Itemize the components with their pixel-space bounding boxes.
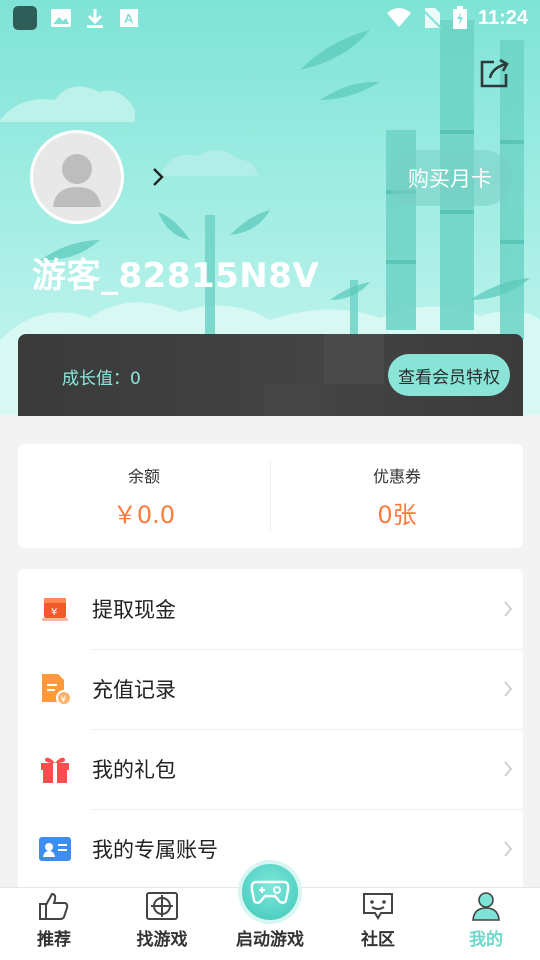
gift-icon <box>38 752 72 786</box>
chat-face-icon <box>363 893 393 920</box>
coupon-value: 0张 <box>377 500 417 529</box>
menu-label: 我的专属账号 <box>92 838 218 862</box>
avatar[interactable] <box>30 130 124 224</box>
tab-community[interactable]: 社区 <box>324 888 432 960</box>
chevron-right-icon <box>504 841 513 857</box>
svg-text:¥: ¥ <box>61 695 67 705</box>
buy-monthly-card-button[interactable]: 购买月卡 <box>388 150 512 206</box>
coupon-label: 优惠券 <box>372 466 421 486</box>
balance-card: 余额 ￥0.0 优惠券 0张 <box>18 444 523 548</box>
menu-label: 充值记录 <box>92 678 176 702</box>
download-icon <box>87 9 103 28</box>
growth-value: 成长值：0 <box>62 369 141 389</box>
chevron-right-icon <box>504 681 513 697</box>
tab-mine[interactable]: 我的 <box>432 888 540 960</box>
account-card-icon <box>38 832 72 866</box>
menu-label: 提取现金 <box>92 598 176 622</box>
wifi-icon <box>386 8 411 27</box>
menu-item-my-gifts[interactable]: 我的礼包 <box>18 729 523 809</box>
tab-label: 推荐 <box>37 930 71 950</box>
tab-label: 社区 <box>361 930 395 950</box>
coupon-section[interactable]: 优惠券 0张 <box>271 444 523 548</box>
thumbs-up-icon <box>39 892 69 920</box>
default-user-icon <box>53 154 101 207</box>
view-vip-privileges-button[interactable]: 查看会员特权 <box>388 354 510 396</box>
svg-text:¥: ¥ <box>51 607 57 618</box>
tab-label: 启动游戏 <box>236 930 304 950</box>
balance-label: 余额 <box>127 466 160 486</box>
balance-section[interactable]: 余额 ￥0.0 <box>18 444 270 548</box>
balance-value: ￥0.0 <box>112 500 176 529</box>
menu-label: 我的礼包 <box>92 758 176 782</box>
no-sim-icon <box>422 8 442 29</box>
tab-recommend[interactable]: 推荐 <box>0 888 108 960</box>
image-icon <box>51 9 71 27</box>
tab-label: 找游戏 <box>136 930 188 950</box>
vip-bar-decoration <box>264 384 324 416</box>
tab-label: 我的 <box>469 930 503 950</box>
vip-bar-decoration <box>324 334 384 384</box>
recharge-record-icon: ¥ <box>38 672 72 706</box>
menu-list: ¥ 提取现金 ¥ 充值记录 我的礼包 我的专属账号 <box>18 569 523 899</box>
status-bar: A 11:24 <box>0 0 540 36</box>
target-icon <box>146 892 178 920</box>
cash-withdraw-icon: ¥ <box>38 592 72 626</box>
username: 游客_82815N8V <box>32 256 320 296</box>
share-icon[interactable] <box>476 56 512 92</box>
chevron-right-icon <box>504 761 513 777</box>
menu-item-recharge-record[interactable]: ¥ 充值记录 <box>18 649 523 729</box>
svg-text:A: A <box>124 11 134 26</box>
font-icon: A <box>120 9 138 27</box>
app-icon <box>13 6 37 30</box>
user-icon <box>472 892 500 921</box>
battery-charging-icon <box>452 6 467 29</box>
gamepad-icon <box>250 880 290 904</box>
menu-item-withdraw-cash[interactable]: ¥ 提取现金 <box>18 569 523 649</box>
vip-growth-bar: 成长值：0 查看会员特权 <box>18 334 523 416</box>
chevron-right-icon <box>504 601 513 617</box>
launch-game-button[interactable] <box>238 860 302 924</box>
tab-find-games[interactable]: 找游戏 <box>108 888 216 960</box>
clock: 11:24 <box>477 6 528 29</box>
profile-chevron-right-icon[interactable] <box>150 166 166 188</box>
